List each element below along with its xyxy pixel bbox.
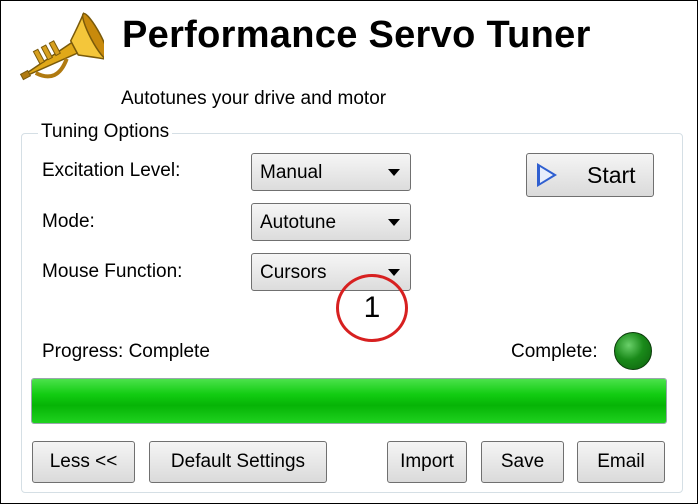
mouse-function-value: Cursors — [260, 262, 327, 283]
excitation-level-label: Excitation Level: — [42, 160, 181, 181]
mode-dropdown[interactable]: Autotune — [251, 203, 411, 241]
import-button[interactable]: Import — [387, 441, 467, 483]
default-settings-button[interactable]: Default Settings — [149, 441, 327, 483]
mode-value: Autotune — [260, 212, 337, 233]
excitation-level-value: Manual — [260, 162, 323, 183]
app-title: Performance Servo Tuner — [122, 14, 591, 56]
chevron-down-icon — [388, 269, 400, 276]
progress-bar-fill — [32, 379, 666, 423]
save-button[interactable]: Save — [481, 441, 564, 483]
start-button-label: Start — [587, 161, 636, 188]
app-subtitle: Autotunes your drive and motor — [121, 88, 387, 109]
status-label: Complete: — [511, 341, 598, 362]
trumpet-icon — [19, 11, 104, 81]
chevron-down-icon — [388, 219, 400, 226]
play-icon — [537, 163, 557, 187]
start-button[interactable]: Start — [526, 153, 654, 197]
progress-bar — [31, 378, 667, 424]
chevron-down-icon — [388, 169, 400, 176]
excitation-level-dropdown[interactable]: Manual — [251, 153, 411, 191]
progress-label: Progress: Complete — [42, 341, 210, 362]
email-button[interactable]: Email — [577, 441, 665, 483]
mouse-function-label: Mouse Function: — [42, 261, 183, 282]
mode-label: Mode: — [42, 211, 95, 232]
less-button[interactable]: Less << — [32, 441, 135, 483]
callout-marker: 1 — [336, 274, 408, 342]
tuning-options-title: Tuning Options — [38, 121, 173, 143]
status-led-icon — [614, 332, 652, 370]
